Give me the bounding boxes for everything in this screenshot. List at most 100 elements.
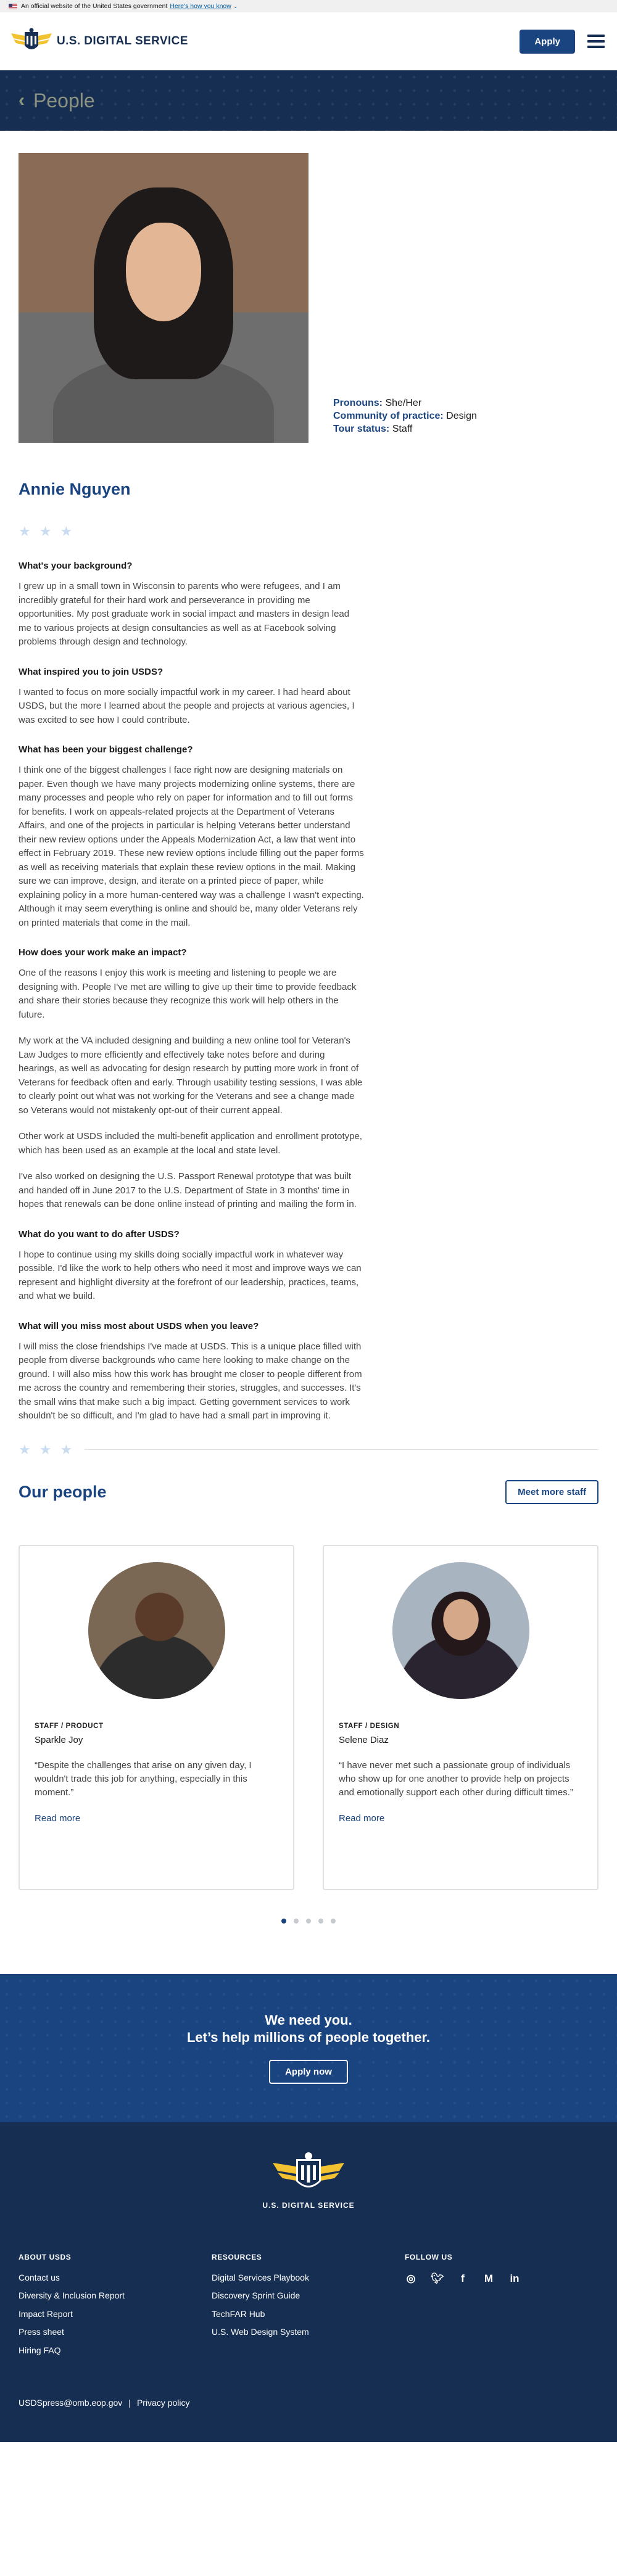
carousel-dot[interactable] (331, 1918, 336, 1924)
linkedin-icon[interactable]: in (508, 2273, 521, 2285)
interview-answer: Other work at USDS included the multi-be… (19, 1131, 362, 1156)
person-role: STAFF / PRODUCT (35, 1722, 104, 1730)
footer-bottom: USDSpress@omb.eop.gov | Privacy policy (19, 2398, 598, 2408)
heres-how-you-know-link[interactable]: Here's how you know (170, 2, 231, 10)
carousel-dot[interactable] (294, 1918, 299, 1924)
meet-more-staff-button[interactable]: Meet more staff (505, 1479, 598, 1504)
read-more-link[interactable]: Read more (35, 1813, 80, 1824)
star-icon: ★ (19, 1441, 31, 1457)
footer-follow-column: FOLLOW US ◎ 🐦︎ f M in (405, 2253, 598, 2364)
footer-follow-title: FOLLOW US (405, 2252, 453, 2261)
gov-banner: An official website of the United States… (0, 0, 617, 12)
interview-question: What has been your biggest challenge? (19, 744, 193, 755)
footer-link-impact-report[interactable]: Impact Report (19, 2309, 212, 2319)
apply-now-button[interactable]: Apply now (269, 2060, 348, 2084)
interview-article: What's your background? I grew up in a sm… (19, 561, 364, 1423)
practice-row: Community of practice: Design (333, 411, 477, 421)
person-photo (88, 1562, 225, 1699)
apply-button[interactable]: Apply (520, 29, 575, 54)
hamburger-menu-icon[interactable] (587, 35, 605, 48)
read-more-link[interactable]: Read more (339, 1813, 384, 1824)
cta-line-1: We need you. (265, 2012, 352, 2028)
logo-text: U.S. DIGITAL SERVICE (57, 35, 188, 47)
profile-meta: Pronouns: She/Her Community of practice:… (333, 397, 477, 443)
footer-link-techfar[interactable]: TechFAR Hub (212, 2309, 405, 2319)
person-role: STAFF / DESIGN (339, 1722, 400, 1730)
star-icon: ★ (39, 524, 52, 539)
carousel-dot[interactable] (306, 1918, 311, 1924)
apply-cta: We need you. Let’s help millions of peop… (0, 1973, 617, 2122)
people-carousel: STAFF / PRODUCT Sparkle Joy “Despite the… (19, 1544, 598, 1890)
eagle-logo-icon (11, 28, 52, 49)
gov-banner-text: An official website of the United States… (21, 2, 168, 10)
person-card-name: Sparkle Joy (35, 1734, 83, 1745)
usds-logo[interactable]: U.S. DIGITAL SERVICE (10, 27, 188, 56)
privacy-policy-link[interactable]: Privacy policy (137, 2398, 190, 2408)
carousel-pagination (19, 1918, 598, 1924)
person-quote: “Despite the challenges that arise on an… (35, 1759, 252, 1798)
interview-question: What will you miss most about USDS when … (19, 1320, 259, 1331)
footer-link-diversity-report[interactable]: Diversity & Inclusion Report (19, 2290, 212, 2301)
star-icon: ★ (60, 1441, 73, 1457)
footer-about-title: ABOUT USDS (19, 2252, 72, 2261)
interview-question: How does your work make an impact? (19, 947, 187, 958)
interview-answer: I think one of the biggest challenges I … (19, 765, 364, 928)
site-footer: U.S. DIGITAL SERVICE ABOUT USDS Contact … (0, 2121, 617, 2442)
interview-question: What do you want to do after USDS? (19, 1228, 180, 1240)
main-content: Pronouns: She/Her Community of practice:… (0, 153, 617, 1924)
social-links: ◎ 🐦︎ f M in (405, 2273, 598, 2285)
interview-answer: I grew up in a small town in Wisconsin t… (19, 581, 350, 647)
star-divider: ★ ★ ★ (19, 524, 598, 540)
star-icon: ★ (60, 524, 73, 539)
our-people-title: Our people (19, 1482, 107, 1501)
footer-logo[interactable]: U.S. DIGITAL SERVICE (19, 2152, 598, 2210)
footer-link-playbook[interactable]: Digital Services Playbook (212, 2273, 405, 2283)
footer-link-contact[interactable]: Contact us (19, 2273, 212, 2283)
separator: | (128, 2398, 131, 2408)
footer-columns: ABOUT USDS Contact us Diversity & Inclus… (19, 2253, 598, 2364)
person-card[interactable]: STAFF / DESIGN Selene Diaz “I have never… (323, 1544, 598, 1890)
medium-icon[interactable]: M (482, 2273, 495, 2285)
us-flag-icon (9, 3, 17, 9)
tour-status-row: Tour status: Staff (333, 424, 413, 434)
interview-question: What's your background? (19, 561, 133, 571)
footer-about-column: ABOUT USDS Contact us Diversity & Inclus… (19, 2253, 212, 2364)
person-photo (392, 1562, 529, 1699)
back-chevron-icon[interactable]: ‹ (19, 90, 25, 111)
interview-answer: I will miss the close friendships I've m… (19, 1341, 362, 1422)
interview-answer: My work at the VA included designing and… (19, 1035, 363, 1116)
instagram-icon[interactable]: ◎ (405, 2273, 417, 2285)
page-hero: ‹ People (0, 70, 617, 131)
pronouns-row: Pronouns: She/Her (333, 398, 422, 408)
person-card-name: Selene Diaz (339, 1734, 389, 1745)
interview-answer: I wanted to focus on more socially impac… (19, 686, 355, 725)
header-actions: Apply (520, 29, 605, 54)
footer-link-hiring-faq[interactable]: Hiring FAQ (19, 2345, 212, 2356)
footer-link-uswds[interactable]: U.S. Web Design System (212, 2327, 405, 2337)
twitter-icon[interactable]: 🐦︎ (431, 2273, 444, 2285)
profile-photo (19, 153, 308, 443)
carousel-dot[interactable] (318, 1918, 323, 1924)
page-title: People (33, 89, 95, 112)
facebook-icon[interactable]: f (457, 2273, 469, 2285)
footer-link-press-sheet[interactable]: Press sheet (19, 2327, 212, 2337)
person-name: Annie Nguyen (19, 480, 131, 498)
footer-logo-text: U.S. DIGITAL SERVICE (262, 2200, 355, 2210)
footer-resources-title: RESOURCES (212, 2252, 262, 2261)
interview-answer: I hope to continue using my skills doing… (19, 1249, 362, 1302)
person-card[interactable]: STAFF / PRODUCT Sparkle Joy “Despite the… (19, 1544, 294, 1890)
cta-line-2: Let’s help millions of people together. (186, 2030, 430, 2045)
star-divider: ★ ★ ★ (19, 1442, 598, 1458)
interview-answer: I've also worked on designing the U.S. P… (19, 1171, 357, 1209)
divider-line (85, 1449, 598, 1450)
footer-link-discovery-sprint[interactable]: Discovery Sprint Guide (212, 2290, 405, 2301)
carousel-dot[interactable] (281, 1918, 286, 1924)
star-icon: ★ (19, 524, 31, 539)
interview-question: What inspired you to join USDS? (19, 666, 164, 677)
press-email-link[interactable]: USDSpress@omb.eop.gov (19, 2398, 122, 2408)
profile-header: Pronouns: She/Her Community of practice:… (19, 153, 598, 443)
eagle-logo-icon (273, 2152, 344, 2187)
our-people-header: Our people Meet more staff (19, 1479, 598, 1504)
interview-answer: One of the reasons I enjoy this work is … (19, 968, 357, 1020)
chevron-down-icon: ⌄ (233, 2, 238, 9)
